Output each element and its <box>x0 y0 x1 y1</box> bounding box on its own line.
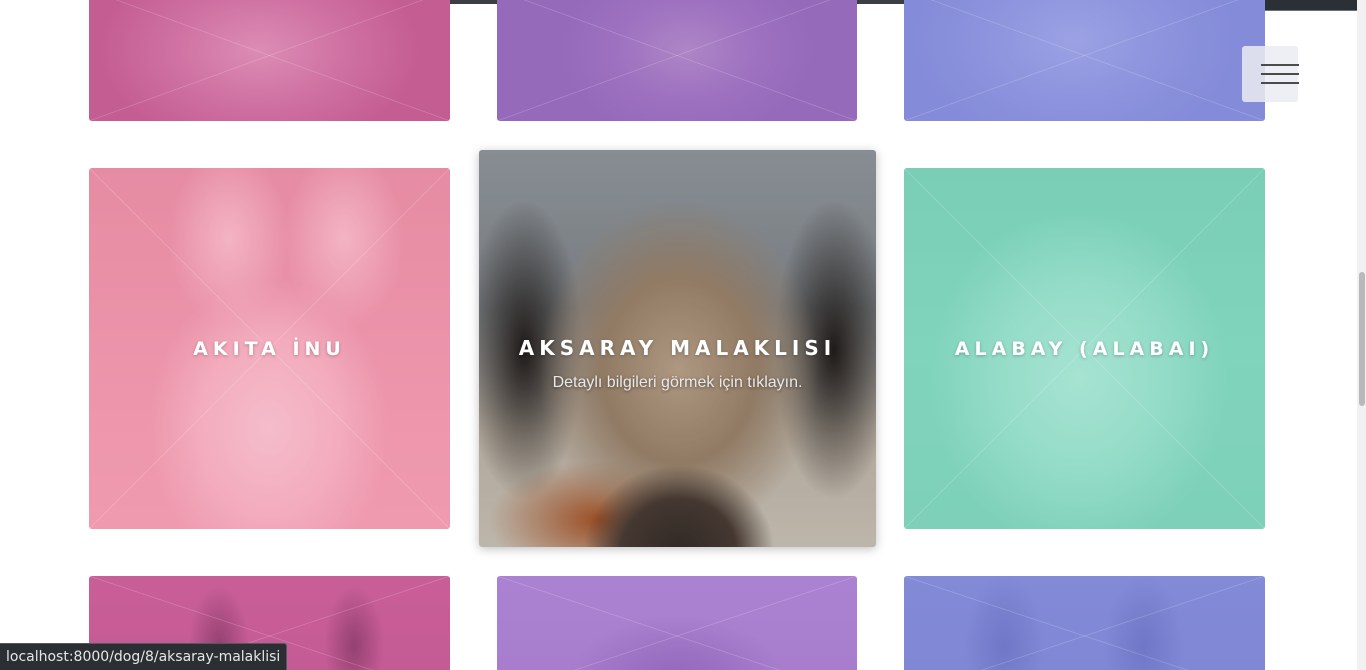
diagonal-lines <box>89 0 450 121</box>
card-caption: ALABAY (ALABAI) <box>904 338 1265 360</box>
dog-card-alabay[interactable]: ALABAY (ALABAI) <box>904 168 1265 529</box>
diagonal-lines <box>497 0 857 121</box>
diagonal-lines <box>904 576 1265 670</box>
dog-card-top-right[interactable] <box>904 0 1265 121</box>
hamburger-bar <box>1261 73 1299 75</box>
dog-card-title: AKITA İNU <box>193 337 346 360</box>
card-caption: AKSARAY MALAKLISI Detaylı bilgileri görm… <box>479 336 876 392</box>
dog-card-title: AKSARAY MALAKLISI <box>518 336 837 361</box>
hamburger-bar <box>1261 82 1299 84</box>
page: AKITA İNU AKSARAY MALAKLISI Detaylı bilg… <box>0 0 1366 670</box>
dog-card-akita[interactable]: AKITA İNU <box>89 168 450 529</box>
dog-card-subtitle: Detaylı bilgileri görmek için tıklayın. <box>552 374 803 392</box>
card-caption: AKITA İNU <box>89 338 450 360</box>
hamburger-menu-icon <box>1261 64 1299 66</box>
hamburger-menu-button[interactable] <box>1242 46 1299 102</box>
dog-card-bottom-middle[interactable] <box>497 576 857 670</box>
vertical-scrollbar[interactable] <box>1357 0 1366 670</box>
dog-card-aksaray[interactable]: AKSARAY MALAKLISI Detaylı bilgileri görm… <box>479 150 876 547</box>
diagonal-lines <box>904 0 1265 121</box>
dog-card-bottom-right[interactable] <box>904 576 1265 670</box>
diagonal-lines <box>497 576 857 670</box>
status-bar-link-preview: localhost:8000/dog/8/aksaray-malaklisi <box>0 643 288 670</box>
dog-card-title: ALABAY (ALABAI) <box>954 337 1215 360</box>
dog-card-top-left[interactable] <box>89 0 450 121</box>
scrollbar-thumb[interactable] <box>1359 272 1365 406</box>
dog-card-top-middle[interactable] <box>497 0 857 121</box>
